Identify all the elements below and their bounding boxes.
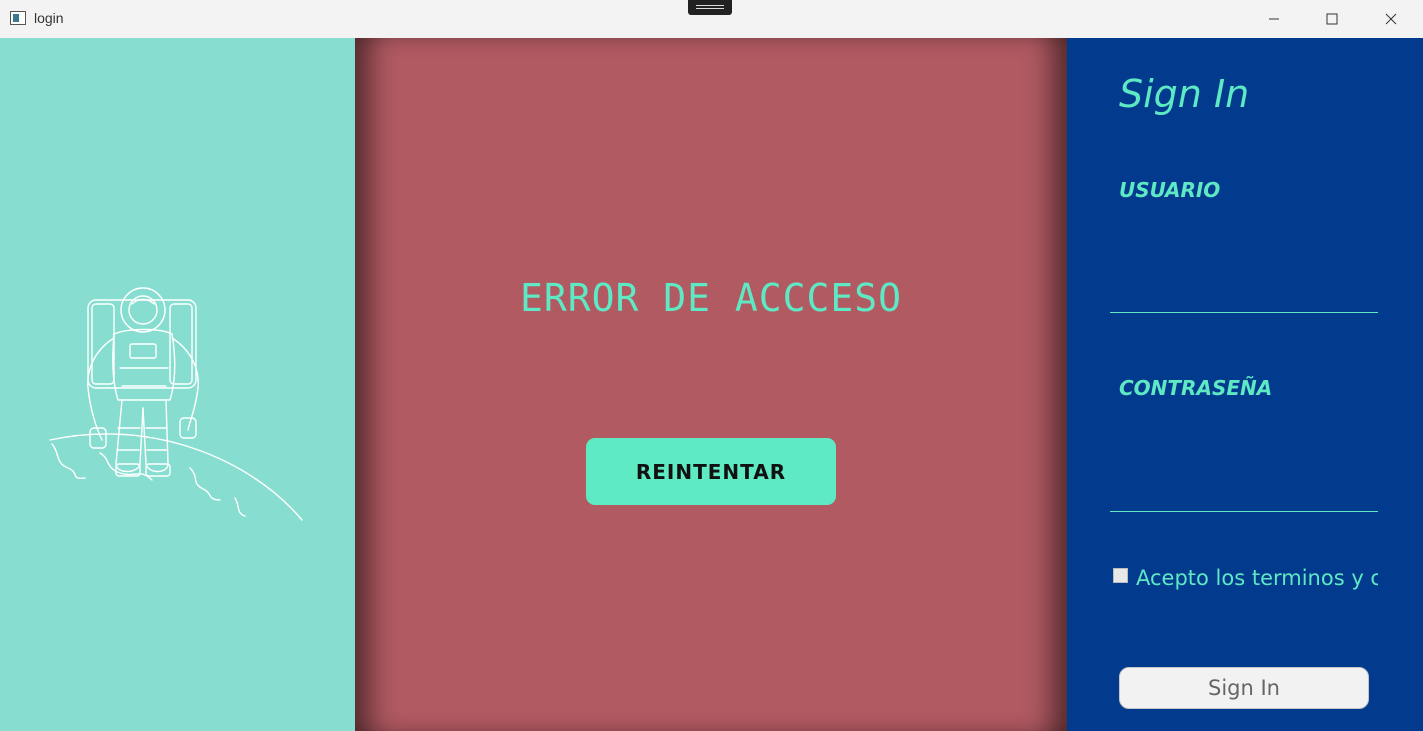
sign-in-title: Sign In (1119, 72, 1250, 116)
terms-checkbox[interactable] (1113, 568, 1128, 583)
window-title: login (34, 10, 64, 26)
password-input[interactable] (1110, 478, 1378, 512)
retry-button[interactable]: REINTENTAR (586, 438, 836, 505)
maximize-button[interactable] (1303, 0, 1361, 38)
minimize-icon (1269, 18, 1279, 20)
maximize-icon (1326, 13, 1338, 25)
astronaut-on-planet-icon (49, 287, 303, 521)
terms-row[interactable]: Acepto los terminos y c (1113, 566, 1378, 598)
username-input[interactable] (1110, 279, 1378, 313)
minimize-button[interactable] (1245, 0, 1303, 38)
error-panel: ERROR DE ACCCESO REINTENTAR (355, 38, 1067, 731)
error-title: ERROR DE ACCCESO (519, 276, 903, 320)
username-label: USUARIO (1119, 178, 1221, 202)
app-icon (10, 11, 26, 25)
close-button[interactable] (1362, 0, 1420, 38)
password-label: CONTRASEÑA (1119, 376, 1273, 400)
left-panel (0, 38, 355, 731)
sign-in-panel: Sign In USUARIO CONTRASEÑA Acepto los te… (1067, 38, 1423, 731)
sign-in-button[interactable]: Sign In (1119, 667, 1369, 709)
close-icon (1385, 13, 1397, 25)
terms-label[interactable]: Acepto los terminos y c (1136, 566, 1378, 590)
window-title-bar: login (0, 0, 1423, 38)
snap-handle[interactable] (688, 0, 732, 15)
